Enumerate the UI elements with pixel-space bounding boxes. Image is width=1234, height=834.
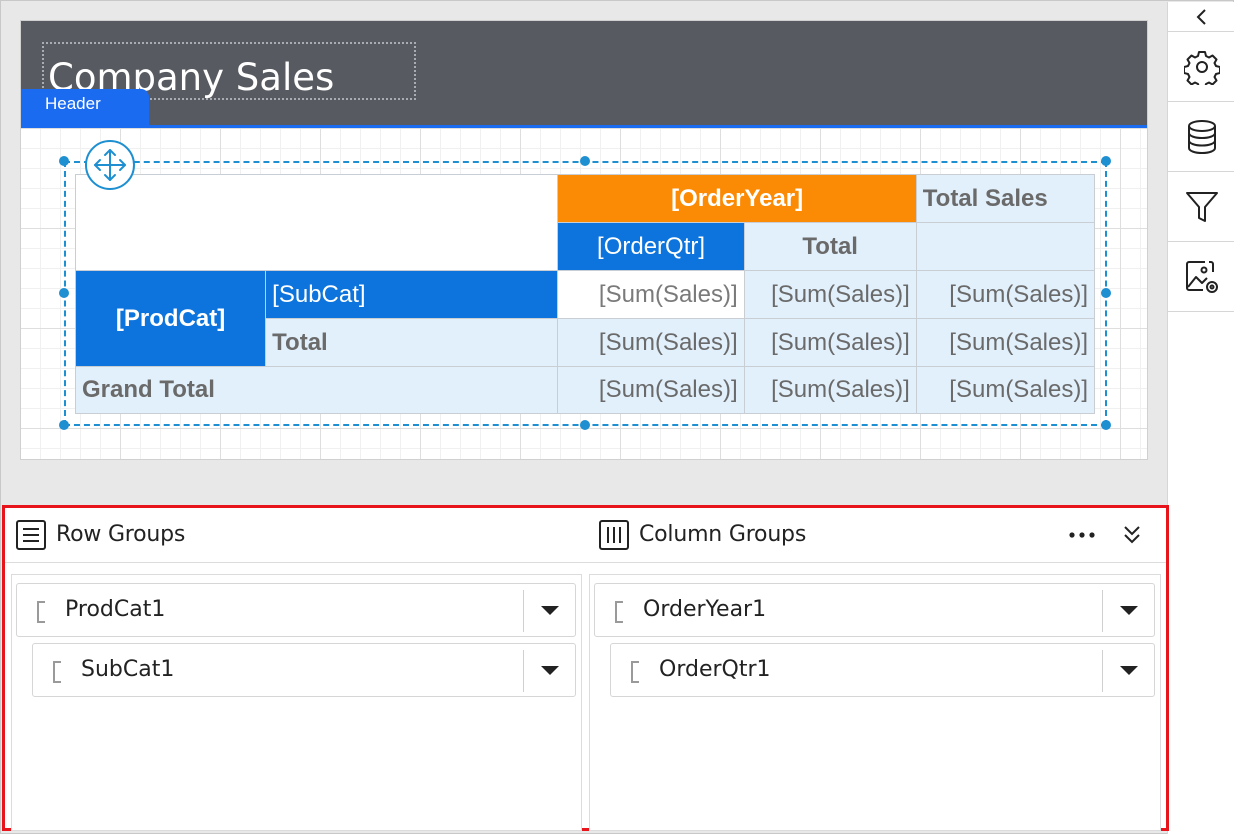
page-header-section[interactable]: Company Sales Header xyxy=(21,21,1147,128)
subtotal-qtr-total-sum-cell[interactable]: [Sum(Sales)] xyxy=(743,318,917,367)
group-bracket-icon xyxy=(615,601,623,623)
grand-total-total-sales-sum-cell[interactable]: [Sum(Sales)] xyxy=(915,366,1096,414)
more-options-icon[interactable] xyxy=(1065,520,1099,550)
resize-handle-top-right[interactable] xyxy=(1101,156,1111,166)
prod-cat-row-header-cell[interactable]: [ProdCat] xyxy=(74,270,267,367)
filter-icon[interactable] xyxy=(1168,172,1234,242)
grand-total-header-cell[interactable]: Grand Total xyxy=(74,366,559,414)
resize-handle-bottom-left[interactable] xyxy=(59,420,69,430)
design-canvas: Company Sales Header [OrderYear] Total S… xyxy=(2,2,1167,505)
database-icon[interactable] xyxy=(1168,102,1234,172)
grand-total-sum-cell[interactable]: [Sum(Sales)] xyxy=(557,366,745,414)
group-bracket-icon xyxy=(631,661,639,683)
row-total-header-cell[interactable]: Total xyxy=(265,318,559,367)
resize-handle-bottom-right[interactable] xyxy=(1101,420,1111,430)
tablix[interactable]: [OrderYear] Total Sales [OrderQtr] Total… xyxy=(74,174,1096,414)
column-group-label: OrderYear1 xyxy=(643,597,767,622)
collapse-panel-icon[interactable] xyxy=(1119,520,1145,550)
column-groups-label: Column Groups xyxy=(639,522,807,547)
column-groups-list: OrderYear1 OrderQtr1 xyxy=(589,574,1161,831)
resize-handle-top-left[interactable] xyxy=(59,156,69,166)
resize-handle-left[interactable] xyxy=(59,288,69,298)
row-groups-label: Row Groups xyxy=(56,522,186,547)
empty-header-cell[interactable] xyxy=(915,222,1096,271)
grand-total-qtr-total-sum-cell[interactable]: [Sum(Sales)] xyxy=(743,366,917,414)
total-sales-sum-cell[interactable]: [Sum(Sales)] xyxy=(915,270,1096,319)
tablix-corner-cell[interactable] xyxy=(74,174,559,271)
group-bracket-icon xyxy=(53,661,61,683)
column-groups-icon xyxy=(598,519,630,556)
qtr-total-sum-cell[interactable]: [Sum(Sales)] xyxy=(743,270,917,319)
sub-cat-row-header-cell[interactable]: [SubCat] xyxy=(265,270,559,319)
detail-sum-cell[interactable]: [Sum(Sales)] xyxy=(557,270,745,319)
resize-handle-bottom[interactable] xyxy=(580,420,590,430)
row-groups-icon xyxy=(15,519,47,556)
report-designer: Company Sales Header [OrderYear] Total S… xyxy=(0,0,1234,834)
column-group-label: OrderQtr1 xyxy=(659,657,771,682)
row-group-item[interactable]: SubCat1 xyxy=(32,643,576,697)
grouping-panel: Row Groups Column Groups ProdCat1 SubCat… xyxy=(2,505,1169,831)
resize-handle-right[interactable] xyxy=(1101,288,1111,298)
gear-icon[interactable] xyxy=(1168,32,1234,102)
column-total-header-cell[interactable]: Total xyxy=(743,222,917,271)
order-year-header-cell[interactable]: [OrderYear] xyxy=(557,174,917,223)
grouping-panel-header: Row Groups Column Groups xyxy=(5,508,1166,563)
image-settings-icon[interactable] xyxy=(1168,242,1234,312)
row-groups-list: ProdCat1 SubCat1 xyxy=(11,574,582,831)
order-qtr-header-cell[interactable]: [OrderQtr] xyxy=(557,222,745,271)
move-handle-icon[interactable] xyxy=(85,140,135,190)
row-group-label: SubCat1 xyxy=(81,657,175,682)
column-group-item[interactable]: OrderYear1 xyxy=(594,583,1155,637)
chevron-down-icon[interactable] xyxy=(541,666,559,675)
chevron-down-icon[interactable] xyxy=(1120,606,1138,615)
row-group-item[interactable]: ProdCat1 xyxy=(16,583,576,637)
subtotal-total-sales-sum-cell[interactable]: [Sum(Sales)] xyxy=(915,318,1096,367)
column-group-item[interactable]: OrderQtr1 xyxy=(610,643,1155,697)
chevron-down-icon[interactable] xyxy=(1120,666,1138,675)
chevron-down-icon[interactable] xyxy=(541,606,559,615)
row-group-label: ProdCat1 xyxy=(65,597,166,622)
properties-toolbar xyxy=(1167,2,1234,834)
chevron-left-icon[interactable] xyxy=(1168,2,1234,32)
resize-handle-top[interactable] xyxy=(580,156,590,166)
subtotal-sum-cell[interactable]: [Sum(Sales)] xyxy=(557,318,745,367)
total-sales-header-cell[interactable]: Total Sales xyxy=(915,174,1096,223)
header-section-tag[interactable]: Header xyxy=(21,89,149,128)
group-bracket-icon xyxy=(37,601,45,623)
